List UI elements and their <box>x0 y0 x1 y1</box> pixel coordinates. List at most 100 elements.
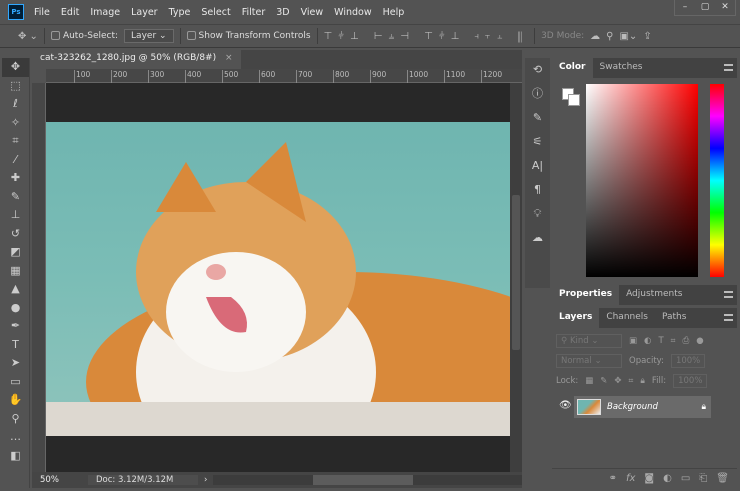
character-icon[interactable]: A| <box>525 154 550 178</box>
menu-help[interactable]: Help <box>383 7 405 18</box>
visibility-eye-icon[interactable]: 👁︎ <box>559 400 572 411</box>
layer-row[interactable]: Background 🔒︎ <box>574 396 711 418</box>
status-menu-icon[interactable]: › <box>198 475 213 485</box>
workspace-icon[interactable]: ▣⌄ <box>619 31 637 42</box>
blend-mode-dropdown[interactable]: Normal ⌄ <box>556 354 622 368</box>
tab-properties[interactable]: Properties <box>552 285 620 305</box>
auto-select-dropdown[interactable]: Layer ⌄ <box>124 29 174 43</box>
filter-toggle-icon[interactable]: ● <box>696 336 703 346</box>
filter-kind-dropdown[interactable]: ⚲ Kind ⌄ <box>556 334 622 348</box>
lasso-tool-icon[interactable]: ℓ <box>2 95 29 114</box>
brush-tool-icon[interactable]: ✎ <box>2 188 29 207</box>
zoom-level[interactable]: 50% <box>32 475 88 485</box>
menu-type[interactable]: Type <box>169 7 191 18</box>
new-layer-icon[interactable]: ⎗ <box>699 473 707 484</box>
color-field[interactable] <box>586 84 698 277</box>
brush-settings-icon[interactable]: ✎ <box>525 106 550 130</box>
menu-3d[interactable]: 3D <box>276 7 289 18</box>
info-icon[interactable]: ⓘ <box>525 82 550 106</box>
panel-menu-icon[interactable] <box>724 314 733 321</box>
filter-type-icon[interactable]: T <box>658 336 663 346</box>
document-tab[interactable]: cat-323262_1280.jpg @ 50% (RGB/8#) × <box>32 50 241 69</box>
magic-wand-icon[interactable]: ✧ <box>2 114 29 133</box>
adjustment-layer-icon[interactable]: ◐ <box>663 473 672 484</box>
filter-shape-icon[interactable]: ⌗ <box>671 336 676 346</box>
menu-file[interactable]: File <box>34 7 50 18</box>
lock-pixels-icon[interactable]: ▦ <box>585 376 593 386</box>
rectangle-tool-icon[interactable]: ▭ <box>2 373 29 392</box>
share-icon[interactable]: ⇪ <box>643 31 651 42</box>
marquee-tool-icon[interactable]: ⬚ <box>2 77 29 96</box>
opacity-field[interactable]: 100% <box>670 354 706 368</box>
menu-view[interactable]: View <box>301 7 324 18</box>
dodge-tool-icon[interactable]: ● <box>2 299 29 318</box>
horizontal-scroll-thumb[interactable] <box>313 475 414 485</box>
healing-brush-icon[interactable]: ✚ <box>2 169 29 188</box>
move-tool-icon[interactable]: ✥ ⌄ <box>18 31 38 42</box>
menu-select[interactable]: Select <box>201 7 230 18</box>
zoom-tool-icon[interactable]: ⚲ <box>2 410 29 429</box>
tab-channels[interactable]: Channels <box>599 308 655 328</box>
type-tool-icon[interactable]: T <box>2 336 29 355</box>
menu-layer[interactable]: Layer <box>131 7 158 18</box>
ruler-tick: 1100 <box>444 70 465 83</box>
tab-layers[interactable]: Layers <box>552 308 600 328</box>
auto-select-checkbox[interactable]: Auto-Select: <box>50 31 118 41</box>
search-icon[interactable]: ⚲ <box>606 31 613 42</box>
libraries-icon[interactable]: ☁ <box>525 226 550 250</box>
adjustments-icon[interactable]: ⚟ <box>525 130 550 154</box>
background-color-swatch[interactable] <box>568 94 580 106</box>
history-icon[interactable]: ⟲ <box>525 58 550 82</box>
tab-adjustments[interactable]: Adjustments <box>619 285 689 305</box>
move-tool-icon[interactable]: ✥ <box>2 58 29 77</box>
hand-tool-icon[interactable]: ✋ <box>2 391 29 410</box>
fill-field[interactable]: 100% <box>673 374 708 388</box>
photoshop-logo: Ps <box>8 4 24 20</box>
menu-edit[interactable]: Edit <box>61 7 79 18</box>
horizontal-scrollbar[interactable] <box>213 475 522 485</box>
show-transform-checkbox[interactable]: Show Transform Controls <box>186 31 311 41</box>
vertical-scroll-thumb[interactable] <box>512 195 520 350</box>
light-icon[interactable]: 💡︎ <box>525 202 550 226</box>
lock-position-icon[interactable]: ✥ <box>614 376 621 386</box>
blur-tool-icon[interactable]: ▲ <box>2 280 29 299</box>
3d-orbit-icon[interactable]: ☁ <box>590 31 600 42</box>
tab-color[interactable]: Color <box>552 58 593 78</box>
eraser-icon[interactable]: ◩ <box>2 243 29 262</box>
stamp-tool-icon[interactable]: ⊥ <box>2 206 29 225</box>
close-tab-icon[interactable]: × <box>225 53 233 63</box>
new-group-icon[interactable]: ▭ <box>681 473 690 484</box>
panel-menu-icon[interactable] <box>724 291 733 298</box>
maximize-button[interactable]: ▢ <box>695 0 715 15</box>
panel-menu-icon[interactable] <box>724 64 733 71</box>
more-tools-icon[interactable]: … <box>2 428 29 447</box>
delete-layer-icon[interactable]: 🗑︎ <box>716 473 729 484</box>
history-brush-icon[interactable]: ↺ <box>2 225 29 244</box>
lock-paint-icon[interactable]: ✎ <box>600 376 607 386</box>
close-button[interactable]: ✕ <box>715 0 735 15</box>
gradient-tool-icon[interactable]: ▦ <box>2 262 29 281</box>
pen-tool-icon[interactable]: ✒ <box>2 317 29 336</box>
filter-adjustment-icon[interactable]: ◐ <box>644 336 651 346</box>
path-select-icon[interactable]: ➤ <box>2 354 29 373</box>
lock-all-icon[interactable]: 🔒︎ <box>640 376 645 386</box>
hue-slider[interactable] <box>710 84 724 277</box>
color-swatches-icon[interactable]: ◧ <box>2 447 29 466</box>
menu-image[interactable]: Image <box>90 7 120 18</box>
add-mask-icon[interactable]: ◙ <box>644 473 654 484</box>
tab-swatches[interactable]: Swatches <box>593 58 650 78</box>
link-layers-icon[interactable]: ⚭ <box>609 473 617 484</box>
minimize-button[interactable]: – <box>675 0 695 15</box>
align-icons[interactable]: ⊤⫩⊥ ⊢⫨⊣ ⊤⫩⊥ ⫞⫟⫠ ⫼ <box>324 31 529 42</box>
filter-smart-icon[interactable]: ⎙ <box>682 336 689 346</box>
filter-pixel-icon[interactable]: ▣ <box>629 336 637 346</box>
fx-icon[interactable]: fx <box>626 473 635 484</box>
tab-paths[interactable]: Paths <box>655 308 693 328</box>
menu-window[interactable]: Window <box>334 7 371 18</box>
lock-artboard-icon[interactable]: ⌗ <box>629 376 634 386</box>
eyedropper-icon[interactable]: ⁄ <box>2 151 29 170</box>
crop-tool-icon[interactable]: ⌗ <box>2 132 29 151</box>
paragraph-icon[interactable]: ¶ <box>525 178 550 202</box>
cat-image[interactable] <box>46 122 510 436</box>
menu-filter[interactable]: Filter <box>242 7 266 18</box>
